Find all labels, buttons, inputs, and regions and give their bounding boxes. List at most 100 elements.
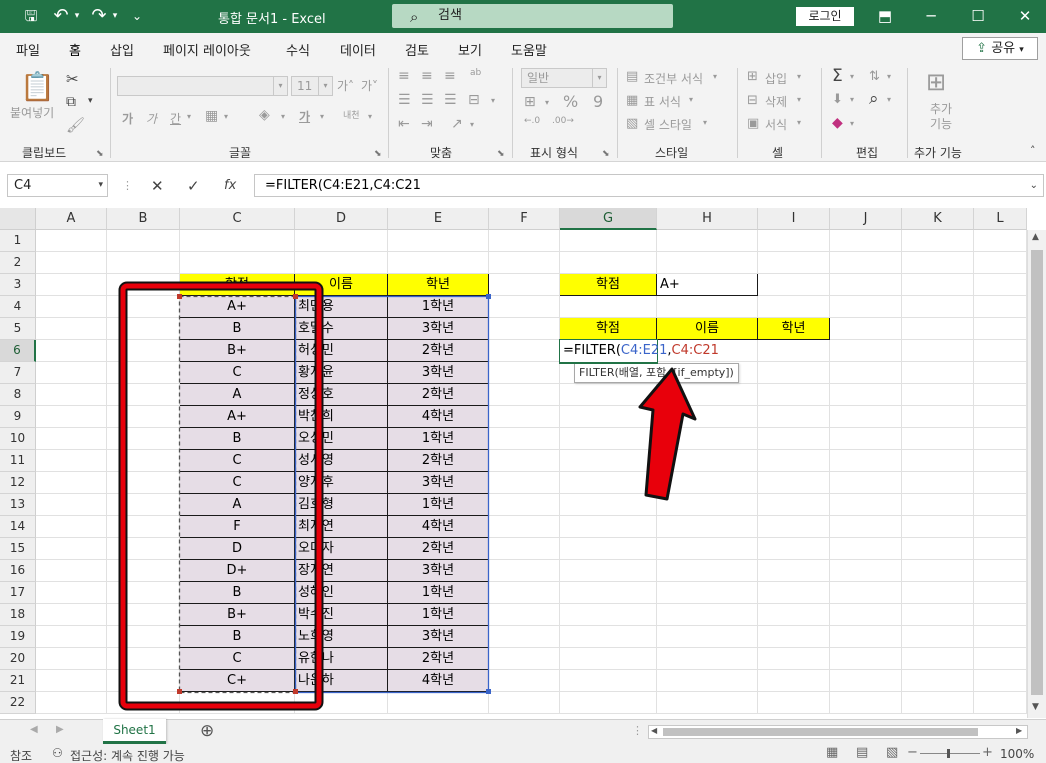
grid-cell[interactable]	[180, 692, 295, 714]
grid-cell[interactable]	[758, 582, 830, 604]
grid-cell[interactable]	[489, 626, 560, 648]
text-direction-icon[interactable]: ↗	[451, 116, 463, 132]
grid-cell[interactable]	[36, 692, 107, 714]
column-header-c[interactable]: C	[180, 208, 295, 230]
grid-cell[interactable]	[107, 362, 180, 384]
undo-icon[interactable]: ↶	[50, 6, 72, 26]
grid-cell[interactable]	[36, 274, 107, 296]
grid-cell[interactable]	[560, 296, 657, 318]
row-header-5[interactable]: 5	[0, 318, 36, 340]
grid-cell[interactable]	[657, 692, 758, 714]
grid-cell[interactable]	[36, 450, 107, 472]
scroll-left-icon[interactable]: ◀	[651, 726, 657, 735]
row-header-10[interactable]: 10	[0, 428, 36, 450]
tab-data[interactable]: 데이터	[340, 40, 376, 59]
column-header-k[interactable]: K	[902, 208, 974, 230]
tab-insert[interactable]: 삽입	[110, 40, 134, 59]
shrink-font-button[interactable]: 가˅	[361, 77, 378, 94]
grid-cell[interactable]	[560, 670, 657, 692]
increase-indent-icon[interactable]: ⇥	[421, 116, 433, 132]
cell-styles-button[interactable]: 셀 스타일	[644, 116, 692, 133]
tab-file[interactable]: 파일	[16, 40, 40, 59]
table-cell-grade[interactable]: A	[180, 494, 295, 516]
name-box[interactable]: C4 ▾	[7, 174, 108, 197]
page-layout-view-icon[interactable]: ▤	[856, 745, 868, 760]
table-header-year[interactable]: 학년	[388, 274, 489, 296]
grid-cell[interactable]	[830, 604, 902, 626]
grid-cell[interactable]	[758, 450, 830, 472]
chevron-down-icon[interactable]: ▾	[797, 72, 801, 81]
clipboard-launcher-icon[interactable]: ⬊	[96, 149, 104, 159]
grid-cell[interactable]	[758, 472, 830, 494]
grid-cell[interactable]	[758, 230, 830, 252]
grid-cell[interactable]	[107, 670, 180, 692]
grid-cell[interactable]	[902, 318, 974, 340]
table-cell-year[interactable]: 3학년	[388, 626, 489, 648]
italic-button[interactable]: 가	[146, 110, 157, 127]
grid-cell[interactable]	[36, 384, 107, 406]
grid-cell[interactable]	[902, 252, 974, 274]
table-cell-year[interactable]: 4학년	[388, 516, 489, 538]
grid-cell[interactable]	[902, 384, 974, 406]
grid-cell[interactable]	[560, 560, 657, 582]
row-header-8[interactable]: 8	[0, 384, 36, 406]
grid-cell[interactable]	[489, 252, 560, 274]
horizontal-scroll-thumb[interactable]	[663, 728, 978, 736]
row-header-12[interactable]: 12	[0, 472, 36, 494]
grid-cell[interactable]	[657, 428, 758, 450]
grid-cell[interactable]	[560, 384, 657, 406]
table-cell-name[interactable]: 나윤하	[295, 670, 388, 692]
grid-cell[interactable]	[758, 670, 830, 692]
row-header-13[interactable]: 13	[0, 494, 36, 516]
orientation-button[interactable]: ab	[470, 68, 481, 78]
grid-cell[interactable]	[657, 626, 758, 648]
column-header-d[interactable]: D	[295, 208, 388, 230]
prev-sheet-icon[interactable]: ◀	[30, 724, 38, 735]
conditional-format-button[interactable]: 조건부 서식	[644, 70, 703, 87]
grid-cell[interactable]	[830, 274, 902, 296]
scroll-right-icon[interactable]: ▶	[1016, 726, 1022, 735]
grid-cell[interactable]	[902, 274, 974, 296]
grid-cell[interactable]	[974, 362, 1027, 384]
grid-cell[interactable]	[758, 560, 830, 582]
grid-cell[interactable]	[489, 516, 560, 538]
split-handle-icon[interactable]: ⋮	[632, 724, 643, 737]
row-header-4[interactable]: 4	[0, 296, 36, 318]
grid-cell[interactable]	[902, 340, 974, 362]
column-header-b[interactable]: B	[107, 208, 180, 230]
fill-dropdown-icon[interactable]: ▾	[850, 95, 854, 104]
table-cell-year[interactable]: 2학년	[388, 340, 489, 362]
grid-cell[interactable]	[902, 406, 974, 428]
grid-cell[interactable]	[489, 604, 560, 626]
grid-cell[interactable]	[830, 406, 902, 428]
alignment-launcher-icon[interactable]: ⬊	[497, 149, 505, 159]
grid-cell[interactable]	[36, 406, 107, 428]
grid-cell[interactable]	[107, 560, 180, 582]
grid-cell[interactable]	[107, 230, 180, 252]
table-cell-grade[interactable]: A	[180, 384, 295, 406]
table-cell-year[interactable]: 2학년	[388, 384, 489, 406]
grid-cell[interactable]	[107, 648, 180, 670]
zoom-out-icon[interactable]: −	[907, 745, 918, 760]
table-cell-name[interactable]: 황지윤	[295, 362, 388, 384]
row-header-9[interactable]: 9	[0, 406, 36, 428]
login-button[interactable]: 로그인	[796, 7, 854, 26]
grid-cell[interactable]	[830, 648, 902, 670]
row-header-21[interactable]: 21	[0, 670, 36, 692]
grid-cell[interactable]	[657, 670, 758, 692]
grid-cell[interactable]	[295, 252, 388, 274]
grow-font-button[interactable]: 가˄	[337, 77, 354, 94]
fill-color-icon[interactable]: ◈	[259, 107, 270, 123]
sort-dropdown-icon[interactable]: ▾	[887, 72, 891, 81]
grid-cell[interactable]	[295, 692, 388, 714]
grid-cell[interactable]	[560, 472, 657, 494]
grid-cell[interactable]	[107, 604, 180, 626]
grid-cell[interactable]	[974, 670, 1027, 692]
table-cell-name[interactable]: 허성민	[295, 340, 388, 362]
vertical-scrollbar[interactable]: ▲ ▼	[1027, 230, 1046, 718]
grid-cell[interactable]	[489, 494, 560, 516]
grid-cell[interactable]	[489, 692, 560, 714]
grid-cell[interactable]	[36, 538, 107, 560]
table-cell-year[interactable]: 1학년	[388, 604, 489, 626]
grid-cell[interactable]	[388, 252, 489, 274]
